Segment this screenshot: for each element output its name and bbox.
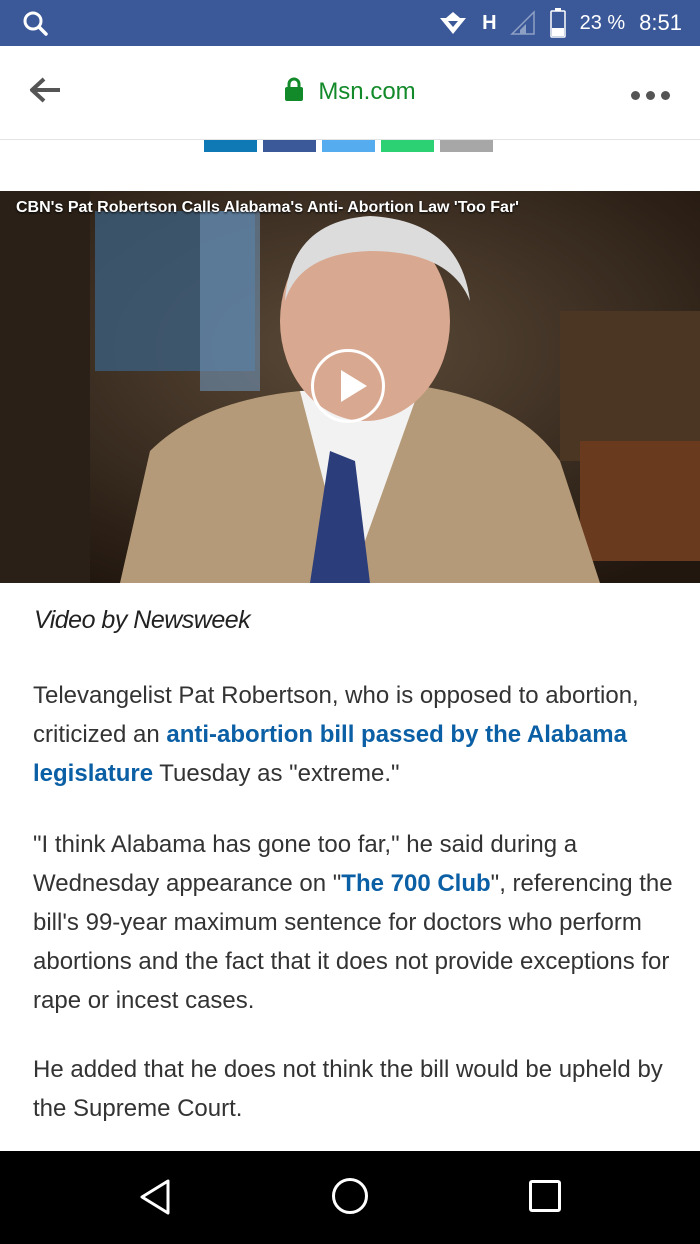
clock: 8:51 bbox=[639, 10, 682, 35]
data-saver-icon bbox=[438, 10, 468, 36]
share-twitter-button[interactable] bbox=[322, 140, 375, 152]
nav-back-icon[interactable] bbox=[138, 1178, 172, 1221]
battery-icon bbox=[549, 8, 566, 38]
video-credit: Video by Newsweek bbox=[34, 606, 251, 634]
signal-icon bbox=[509, 10, 536, 36]
nav-recents-icon[interactable] bbox=[529, 1180, 561, 1212]
search-icon[interactable] bbox=[22, 10, 48, 41]
battery-percent: 23 % bbox=[579, 11, 626, 34]
nav-home-icon[interactable] bbox=[332, 1178, 368, 1214]
more-options-icon[interactable] bbox=[631, 91, 670, 100]
share-more-button[interactable] bbox=[440, 140, 493, 152]
share-linkedin-button[interactable] bbox=[204, 140, 257, 152]
status-bar: H 23 % 8:51 bbox=[0, 0, 700, 46]
share-facebook-button[interactable] bbox=[263, 140, 316, 152]
article-paragraph: "I think Alabama has gone too far," he s… bbox=[33, 825, 673, 1020]
play-icon[interactable] bbox=[311, 349, 385, 423]
article-paragraph: He added that he does not think the bill… bbox=[33, 1056, 663, 1122]
url-text: Msn.com bbox=[318, 78, 416, 105]
share-whatsapp-button[interactable] bbox=[381, 140, 434, 152]
network-type: H bbox=[482, 11, 496, 34]
browser-address-bar: Msn.com bbox=[0, 46, 700, 140]
paragraph-text: Tuesday as "extreme." bbox=[153, 760, 400, 787]
url-display[interactable]: Msn.com bbox=[0, 77, 700, 108]
article-paragraph: Televangelist Pat Robertson, who is oppo… bbox=[33, 676, 673, 793]
system-navigation-bar bbox=[0, 1151, 700, 1244]
video-player[interactable]: CBN's Pat Robertson Calls Alabama's Anti… bbox=[0, 191, 700, 583]
lock-icon bbox=[284, 77, 304, 108]
700-club-link[interactable]: The 700 Club bbox=[341, 870, 490, 897]
share-bar bbox=[204, 140, 493, 152]
video-title: CBN's Pat Robertson Calls Alabama's Anti… bbox=[16, 199, 519, 216]
